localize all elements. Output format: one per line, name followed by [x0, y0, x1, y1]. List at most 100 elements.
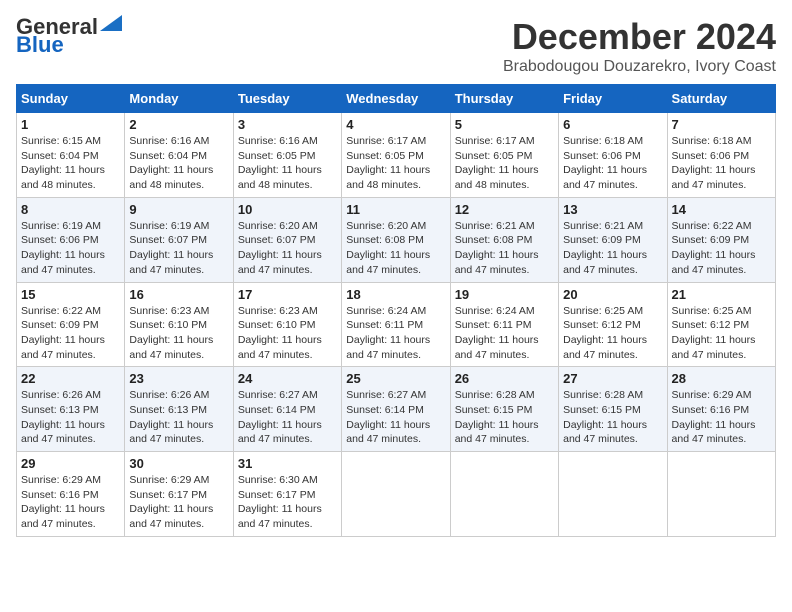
- calendar-cell: 11 Sunrise: 6:20 AMSunset: 6:08 PMDayligh…: [342, 197, 450, 282]
- day-number: 7: [672, 117, 771, 132]
- day-number: 22: [21, 371, 120, 386]
- day-info: Sunrise: 6:29 AMSunset: 6:16 PMDaylight:…: [672, 388, 771, 447]
- day-info: Sunrise: 6:28 AMSunset: 6:15 PMDaylight:…: [563, 388, 662, 447]
- day-number: 11: [346, 202, 445, 217]
- day-number: 18: [346, 287, 445, 302]
- weekday-header-friday: Friday: [559, 85, 667, 113]
- day-number: 20: [563, 287, 662, 302]
- calendar-cell: [342, 452, 450, 537]
- calendar-week-4: 22 Sunrise: 6:26 AMSunset: 6:13 PMDayligh…: [17, 367, 776, 452]
- day-info: Sunrise: 6:27 AMSunset: 6:14 PMDaylight:…: [346, 388, 445, 447]
- calendar-cell: 27 Sunrise: 6:28 AMSunset: 6:15 PMDayligh…: [559, 367, 667, 452]
- day-number: 31: [238, 456, 337, 471]
- calendar-cell: 24 Sunrise: 6:27 AMSunset: 6:14 PMDayligh…: [233, 367, 341, 452]
- calendar-cell: 6 Sunrise: 6:18 AMSunset: 6:06 PMDaylight…: [559, 113, 667, 198]
- day-number: 4: [346, 117, 445, 132]
- day-info: Sunrise: 6:26 AMSunset: 6:13 PMDaylight:…: [21, 388, 120, 447]
- weekday-header-row: SundayMondayTuesdayWednesdayThursdayFrid…: [17, 85, 776, 113]
- calendar-cell: 22 Sunrise: 6:26 AMSunset: 6:13 PMDayligh…: [17, 367, 125, 452]
- calendar-cell: 14 Sunrise: 6:22 AMSunset: 6:09 PMDayligh…: [667, 197, 775, 282]
- weekday-header-thursday: Thursday: [450, 85, 558, 113]
- logo: General Blue: [16, 16, 122, 56]
- calendar-cell: 30Sunrise: 6:29 AMSunset: 6:17 PMDayligh…: [125, 452, 233, 537]
- day-info: Sunrise: 6:20 AMSunset: 6:08 PMDaylight:…: [346, 219, 445, 278]
- weekday-header-saturday: Saturday: [667, 85, 775, 113]
- day-info: Sunrise: 6:24 AMSunset: 6:11 PMDaylight:…: [455, 304, 554, 363]
- calendar-cell: 18 Sunrise: 6:24 AMSunset: 6:11 PMDayligh…: [342, 282, 450, 367]
- day-number: 17: [238, 287, 337, 302]
- day-info: Sunrise: 6:19 AMSunset: 6:07 PMDaylight:…: [129, 219, 228, 278]
- calendar-week-5: 29Sunrise: 6:29 AMSunset: 6:16 PMDayligh…: [17, 452, 776, 537]
- calendar-cell: 8 Sunrise: 6:19 AMSunset: 6:06 PMDaylight…: [17, 197, 125, 282]
- logo-icon: [100, 15, 122, 31]
- calendar-cell: 12 Sunrise: 6:21 AMSunset: 6:08 PMDayligh…: [450, 197, 558, 282]
- calendar-cell: 20 Sunrise: 6:25 AMSunset: 6:12 PMDayligh…: [559, 282, 667, 367]
- day-info: Sunrise: 6:16 AMSunset: 6:05 PMDaylight:…: [238, 134, 337, 193]
- day-info: Sunrise: 6:26 AMSunset: 6:13 PMDaylight:…: [129, 388, 228, 447]
- calendar-cell: 1 Sunrise: 6:15 AMSunset: 6:04 PMDaylight…: [17, 113, 125, 198]
- day-info: Sunrise: 6:27 AMSunset: 6:14 PMDaylight:…: [238, 388, 337, 447]
- day-number: 6: [563, 117, 662, 132]
- calendar-cell: [667, 452, 775, 537]
- weekday-header-sunday: Sunday: [17, 85, 125, 113]
- day-number: 2: [129, 117, 228, 132]
- calendar-cell: 28 Sunrise: 6:29 AMSunset: 6:16 PMDayligh…: [667, 367, 775, 452]
- day-number: 24: [238, 371, 337, 386]
- day-number: 19: [455, 287, 554, 302]
- calendar-cell: 2 Sunrise: 6:16 AMSunset: 6:04 PMDaylight…: [125, 113, 233, 198]
- calendar-cell: 17 Sunrise: 6:23 AMSunset: 6:10 PMDayligh…: [233, 282, 341, 367]
- calendar-cell: 7 Sunrise: 6:18 AMSunset: 6:06 PMDaylight…: [667, 113, 775, 198]
- day-info: Sunrise: 6:17 AMSunset: 6:05 PMDaylight:…: [346, 134, 445, 193]
- day-info: Sunrise: 6:22 AMSunset: 6:09 PMDaylight:…: [672, 219, 771, 278]
- weekday-header-tuesday: Tuesday: [233, 85, 341, 113]
- calendar-cell: 13Sunrise: 6:21 AMSunset: 6:09 PMDayligh…: [559, 197, 667, 282]
- day-info: Sunrise: 6:29 AMSunset: 6:16 PMDaylight:…: [21, 473, 120, 532]
- day-info: Sunrise: 6:18 AMSunset: 6:06 PMDaylight:…: [672, 134, 771, 193]
- day-info: Sunrise: 6:17 AMSunset: 6:05 PMDaylight:…: [455, 134, 554, 193]
- day-info: Sunrise: 6:30 AMSunset: 6:17 PMDaylight:…: [238, 473, 337, 532]
- day-info: Sunrise: 6:18 AMSunset: 6:06 PMDaylight:…: [563, 134, 662, 193]
- day-number: 1: [21, 117, 120, 132]
- calendar-week-2: 8 Sunrise: 6:19 AMSunset: 6:06 PMDaylight…: [17, 197, 776, 282]
- day-number: 28: [672, 371, 771, 386]
- day-info: Sunrise: 6:23 AMSunset: 6:10 PMDaylight:…: [129, 304, 228, 363]
- day-number: 12: [455, 202, 554, 217]
- day-number: 14: [672, 202, 771, 217]
- month-title: December 2024: [503, 16, 776, 58]
- calendar-cell: 4 Sunrise: 6:17 AMSunset: 6:05 PMDaylight…: [342, 113, 450, 198]
- day-info: Sunrise: 6:21 AMSunset: 6:09 PMDaylight:…: [563, 219, 662, 278]
- day-number: 8: [21, 202, 120, 217]
- day-number: 21: [672, 287, 771, 302]
- day-number: 27: [563, 371, 662, 386]
- day-info: Sunrise: 6:21 AMSunset: 6:08 PMDaylight:…: [455, 219, 554, 278]
- calendar-week-1: 1 Sunrise: 6:15 AMSunset: 6:04 PMDaylight…: [17, 113, 776, 198]
- day-info: Sunrise: 6:16 AMSunset: 6:04 PMDaylight:…: [129, 134, 228, 193]
- day-number: 16: [129, 287, 228, 302]
- calendar-cell: 16 Sunrise: 6:23 AMSunset: 6:10 PMDayligh…: [125, 282, 233, 367]
- calendar-cell: 3 Sunrise: 6:16 AMSunset: 6:05 PMDaylight…: [233, 113, 341, 198]
- page-header: General Blue December 2024 Brabodougou D…: [16, 16, 776, 76]
- calendar-cell: 21 Sunrise: 6:25 AMSunset: 6:12 PMDayligh…: [667, 282, 775, 367]
- calendar-cell: 25 Sunrise: 6:27 AMSunset: 6:14 PMDayligh…: [342, 367, 450, 452]
- calendar-cell: 31 Sunrise: 6:30 AMSunset: 6:17 PMDayligh…: [233, 452, 341, 537]
- title-area: December 2024 Brabodougou Douzarekro, Iv…: [503, 16, 776, 76]
- calendar-cell: 10Sunrise: 6:20 AMSunset: 6:07 PMDayligh…: [233, 197, 341, 282]
- calendar-cell: [450, 452, 558, 537]
- day-info: Sunrise: 6:23 AMSunset: 6:10 PMDaylight:…: [238, 304, 337, 363]
- day-number: 9: [129, 202, 228, 217]
- day-number: 25: [346, 371, 445, 386]
- day-info: Sunrise: 6:29 AMSunset: 6:17 PMDaylight:…: [129, 473, 228, 532]
- day-info: Sunrise: 6:25 AMSunset: 6:12 PMDaylight:…: [563, 304, 662, 363]
- calendar-cell: 15Sunrise: 6:22 AMSunset: 6:09 PMDayligh…: [17, 282, 125, 367]
- day-info: Sunrise: 6:15 AMSunset: 6:04 PMDaylight:…: [21, 134, 120, 193]
- day-info: Sunrise: 6:24 AMSunset: 6:11 PMDaylight:…: [346, 304, 445, 363]
- weekday-header-wednesday: Wednesday: [342, 85, 450, 113]
- day-info: Sunrise: 6:25 AMSunset: 6:12 PMDaylight:…: [672, 304, 771, 363]
- calendar-cell: 5Sunrise: 6:17 AMSunset: 6:05 PMDaylight…: [450, 113, 558, 198]
- location-title: Brabodougou Douzarekro, Ivory Coast: [503, 58, 776, 76]
- day-info: Sunrise: 6:19 AMSunset: 6:06 PMDaylight:…: [21, 219, 120, 278]
- day-number: 26: [455, 371, 554, 386]
- day-info: Sunrise: 6:28 AMSunset: 6:15 PMDaylight:…: [455, 388, 554, 447]
- day-number: 3: [238, 117, 337, 132]
- weekday-header-monday: Monday: [125, 85, 233, 113]
